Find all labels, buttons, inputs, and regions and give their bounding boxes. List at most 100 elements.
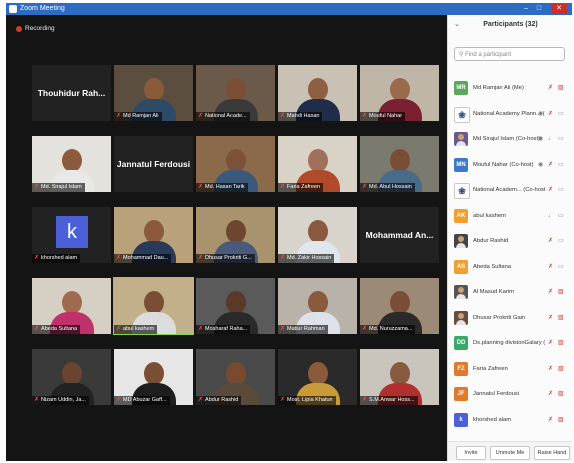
video-tile[interactable]: ✗ Faria Zafreen [278,136,357,192]
mic-muted-icon[interactable]: ✗ [548,256,553,278]
mic-muted-icon: ✗ [198,326,204,332]
unmute-me-button[interactable]: Unmute Me [490,446,530,460]
video-tile[interactable]: Jannatul Ferdousi [114,136,193,192]
participant-name: Abdur Rashid [473,238,509,244]
video-tile[interactable]: ✗ Abeda Sultana [32,278,111,334]
video-tile[interactable]: ✗ Md. Zakir Hossain [278,207,357,263]
close-icon[interactable]: ✕ [551,4,567,14]
camera-on-icon[interactable]: ▭ [558,128,564,150]
mic-muted-icon[interactable]: ✗ [548,281,553,303]
video-tile[interactable]: ✗ Mohammad Dau... [114,207,193,263]
video-tile[interactable]: ✗ Md. Abul Hossain [360,136,439,192]
participant-name: National Academ... (Co-host) [473,187,545,193]
camera-off-icon[interactable]: ▨ [558,307,564,329]
tile-caption: ✗ Most. Lipia Khatun [278,396,336,405]
participant-row[interactable]: Al Masud Karim ✗ ▨ [448,281,572,303]
participant-row[interactable]: Dhusar Prokriti Gain ✗ ▨ [448,307,572,329]
camera-on-icon[interactable]: ▭ [558,230,564,252]
mic-muted-icon: ✗ [34,255,40,261]
participant-row[interactable]: AS Abeda Sultana ✗ ▭ [448,256,572,278]
participants-footer: Invite Unmute Me Raise Hand [448,441,572,461]
video-tile[interactable]: k ✗ khorshed alam [32,207,111,263]
tile-caption: ✗ Dhusar Prokriti G... [196,254,255,263]
video-tile[interactable]: Thouhidur Rah... [32,65,111,121]
video-tile[interactable]: ✗ Md. Sirajul Islam [32,136,111,192]
camera-off-icon[interactable]: ▨ [558,281,564,303]
participant-row[interactable]: AK abul kashem ♩ ▭ [448,205,572,227]
mic-muted-icon[interactable]: ✗ [548,179,553,201]
participant-row[interactable]: Abdur Rashid ✗ ▭ [448,230,572,252]
participant-name-display: Jannatul Ferdousi [116,159,191,169]
video-tile[interactable]: ✗ abul kashem [113,277,194,335]
participant-row[interactable]: MN Mouful Nahar (Co-host) ◉ ✗ ▭ [448,154,572,176]
participant-name: Dhusar Prokriti Gain [473,314,526,321]
video-tile[interactable]: Mohammad An... [360,207,439,263]
camera-on-icon[interactable]: ▭ [558,205,564,227]
tile-caption: ✗ Mouful Nahar [360,112,406,121]
mic-muted-icon[interactable]: ✗ [548,383,553,405]
mic-muted-icon[interactable]: ✗ [548,103,553,125]
camera-off-icon[interactable]: ▨ [558,409,564,431]
mic-muted-icon[interactable]: ✗ [548,358,553,380]
tile-name: Most. Lipia Khatun [287,397,333,403]
mic-muted-icon[interactable]: ✗ [548,154,553,176]
video-tile[interactable]: ✗ Abdur Rashid [196,349,275,405]
video-tile[interactable]: ✗ MD Abuzar Gaff... [114,349,193,405]
mic-on-icon[interactable]: ♩ [548,205,554,227]
participant-row[interactable]: FZ Faria Zafreen ✗ ▨ [448,358,572,380]
participant-row[interactable]: ❀National Academy Plann... (Host)◉ ✗▭ [448,103,572,125]
camera-on-icon[interactable]: ▭ [558,179,564,201]
video-tile[interactable]: ✗ S.M.Anwar Hoss... [360,349,439,405]
tile-name: Matiur Rahman [287,326,325,332]
participant-row[interactable]: DD Ds.planning divisionGalary (C...✗▨ [448,332,572,354]
camera-on-icon[interactable]: ▭ [558,154,564,176]
video-tile[interactable]: ✗ Mouful Nahar [360,65,439,121]
mic-muted-icon[interactable]: ✗ [548,307,553,329]
participant-row[interactable]: k khorshed alam ✗ ▨ [448,409,572,431]
video-tile[interactable]: ✗ Most. Lipia Khatun [278,349,357,405]
mic-muted-icon[interactable]: ✗ [548,332,553,354]
mic-muted-icon[interactable]: ✗ [548,409,553,431]
invite-button[interactable]: Invite [456,446,486,460]
video-tile[interactable]: ✗ Nizam Uddin, Ja... [32,349,111,405]
camera-on-icon[interactable]: ▭ [558,103,564,125]
participant-search-input[interactable]: ⚲ Find a participant [454,47,565,61]
participant-row[interactable]: MR Md Ramjan Ali (Me) ✗ ▨ [448,77,572,99]
camera-off-icon[interactable]: ▨ [558,77,564,99]
tile-name: Faria Zafreen [287,184,321,190]
raise-hand-button[interactable]: Raise Hand [534,446,570,460]
video-tile[interactable]: ✗ Matiur Rahman [278,278,357,334]
participant-name-display: Thouhidur Rah... [37,88,106,98]
window-title: Zoom Meeting [20,5,65,12]
participant-avatar: AS [454,259,468,274]
camera-off-icon[interactable]: ▨ [558,383,564,405]
recording-dot-icon [16,25,22,32]
video-tile[interactable]: ✗ Md Ramjan Ali [114,65,193,121]
tile-name: Mosharaf Raha... [205,326,248,332]
tile-caption: ✗ Mahdi Hasan [278,112,323,121]
camera-on-icon[interactable]: ▭ [558,256,564,278]
video-tile[interactable]: ✗ National Acade... [196,65,275,121]
camera-off-icon[interactable]: ▨ [558,332,564,354]
video-tile[interactable]: ✗ Mahdi Hasan [278,65,357,121]
participant-row[interactable]: JF Jannatul Ferdousi ✗ ▨ [448,383,572,405]
participant-name: Mouful Nahar (Co-host) [473,161,534,168]
maximize-icon[interactable]: □ [533,4,545,14]
tile-caption: ✗ Md. Zakir Hossain [278,254,335,263]
participant-name: Jannatul Ferdousi [473,391,520,397]
participant-row[interactable]: Md Sirajul Islam (Co-host) ◉ ♩ ▭ [448,128,572,150]
camera-off-icon[interactable]: ▨ [558,358,564,380]
minimize-icon[interactable]: – [520,4,532,14]
participant-name: Abeda Sultana [473,263,512,270]
video-tile[interactable]: ✗ Dhusar Prokriti G... [196,207,275,263]
mic-muted-icon[interactable]: ✗ [548,230,553,252]
mic-on-icon[interactable]: ♩ [548,128,554,150]
chevron-down-icon[interactable]: ⌄ [454,15,460,35]
participant-row[interactable]: ❀ National Academ... (Co-host) ✗ ▭ [448,179,572,201]
video-tile[interactable]: ✗ Mosharaf Raha... [196,278,275,334]
tile-name: Md. Abul Hossain [369,184,412,190]
mic-muted-icon[interactable]: ✗ [548,77,553,99]
video-tile[interactable]: ✗ Md. Hasan Tarik [196,136,275,192]
video-tile[interactable]: ✗ Md. Nuruzzama... [360,278,439,334]
mic-muted-icon: ✗ [116,397,122,403]
